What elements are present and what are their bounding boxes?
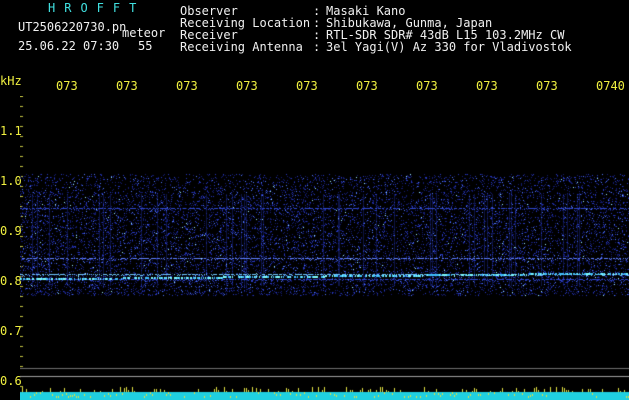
time-tick: 0740 <box>596 80 625 92</box>
filename-label: UT2506220730.pn <box>18 20 127 34</box>
spectrogram-area <box>20 96 629 400</box>
app-title: HROFFT <box>48 1 146 15</box>
antenna-colon: : <box>313 40 321 54</box>
time-tick: 073 <box>536 80 558 92</box>
time-tick: 073 <box>56 80 78 92</box>
y-tick-label: 1.1 <box>0 124 22 138</box>
time-tick: 073 <box>116 80 138 92</box>
y-tick-label: 0.9 <box>0 224 22 238</box>
time-tick: 073 <box>356 80 378 92</box>
y-tick-label: 0.8 <box>0 274 22 288</box>
time-tick: 073 <box>176 80 198 92</box>
datetime-label: 25.06.22 07:30 <box>18 39 120 53</box>
time-tick: 073 <box>296 80 318 92</box>
time-tick: 073 <box>236 80 258 92</box>
detection-type-label: meteor <box>122 26 166 40</box>
count-label: 55 <box>138 39 153 53</box>
antenna-value: 3el Yagi(V) Az 330 for Vladivostok <box>326 40 572 54</box>
spectrogram-canvas <box>20 96 629 400</box>
y-tick-label: 1.0 <box>0 174 22 188</box>
antenna-label: Receiving Antenna <box>180 40 303 54</box>
time-tick: 073 <box>476 80 498 92</box>
time-tick: 073 <box>416 80 438 92</box>
y-tick-label: 0.6 <box>0 374 22 388</box>
y-axis-unit: kHz <box>0 74 22 88</box>
y-tick-label: 0.7 <box>0 324 22 338</box>
